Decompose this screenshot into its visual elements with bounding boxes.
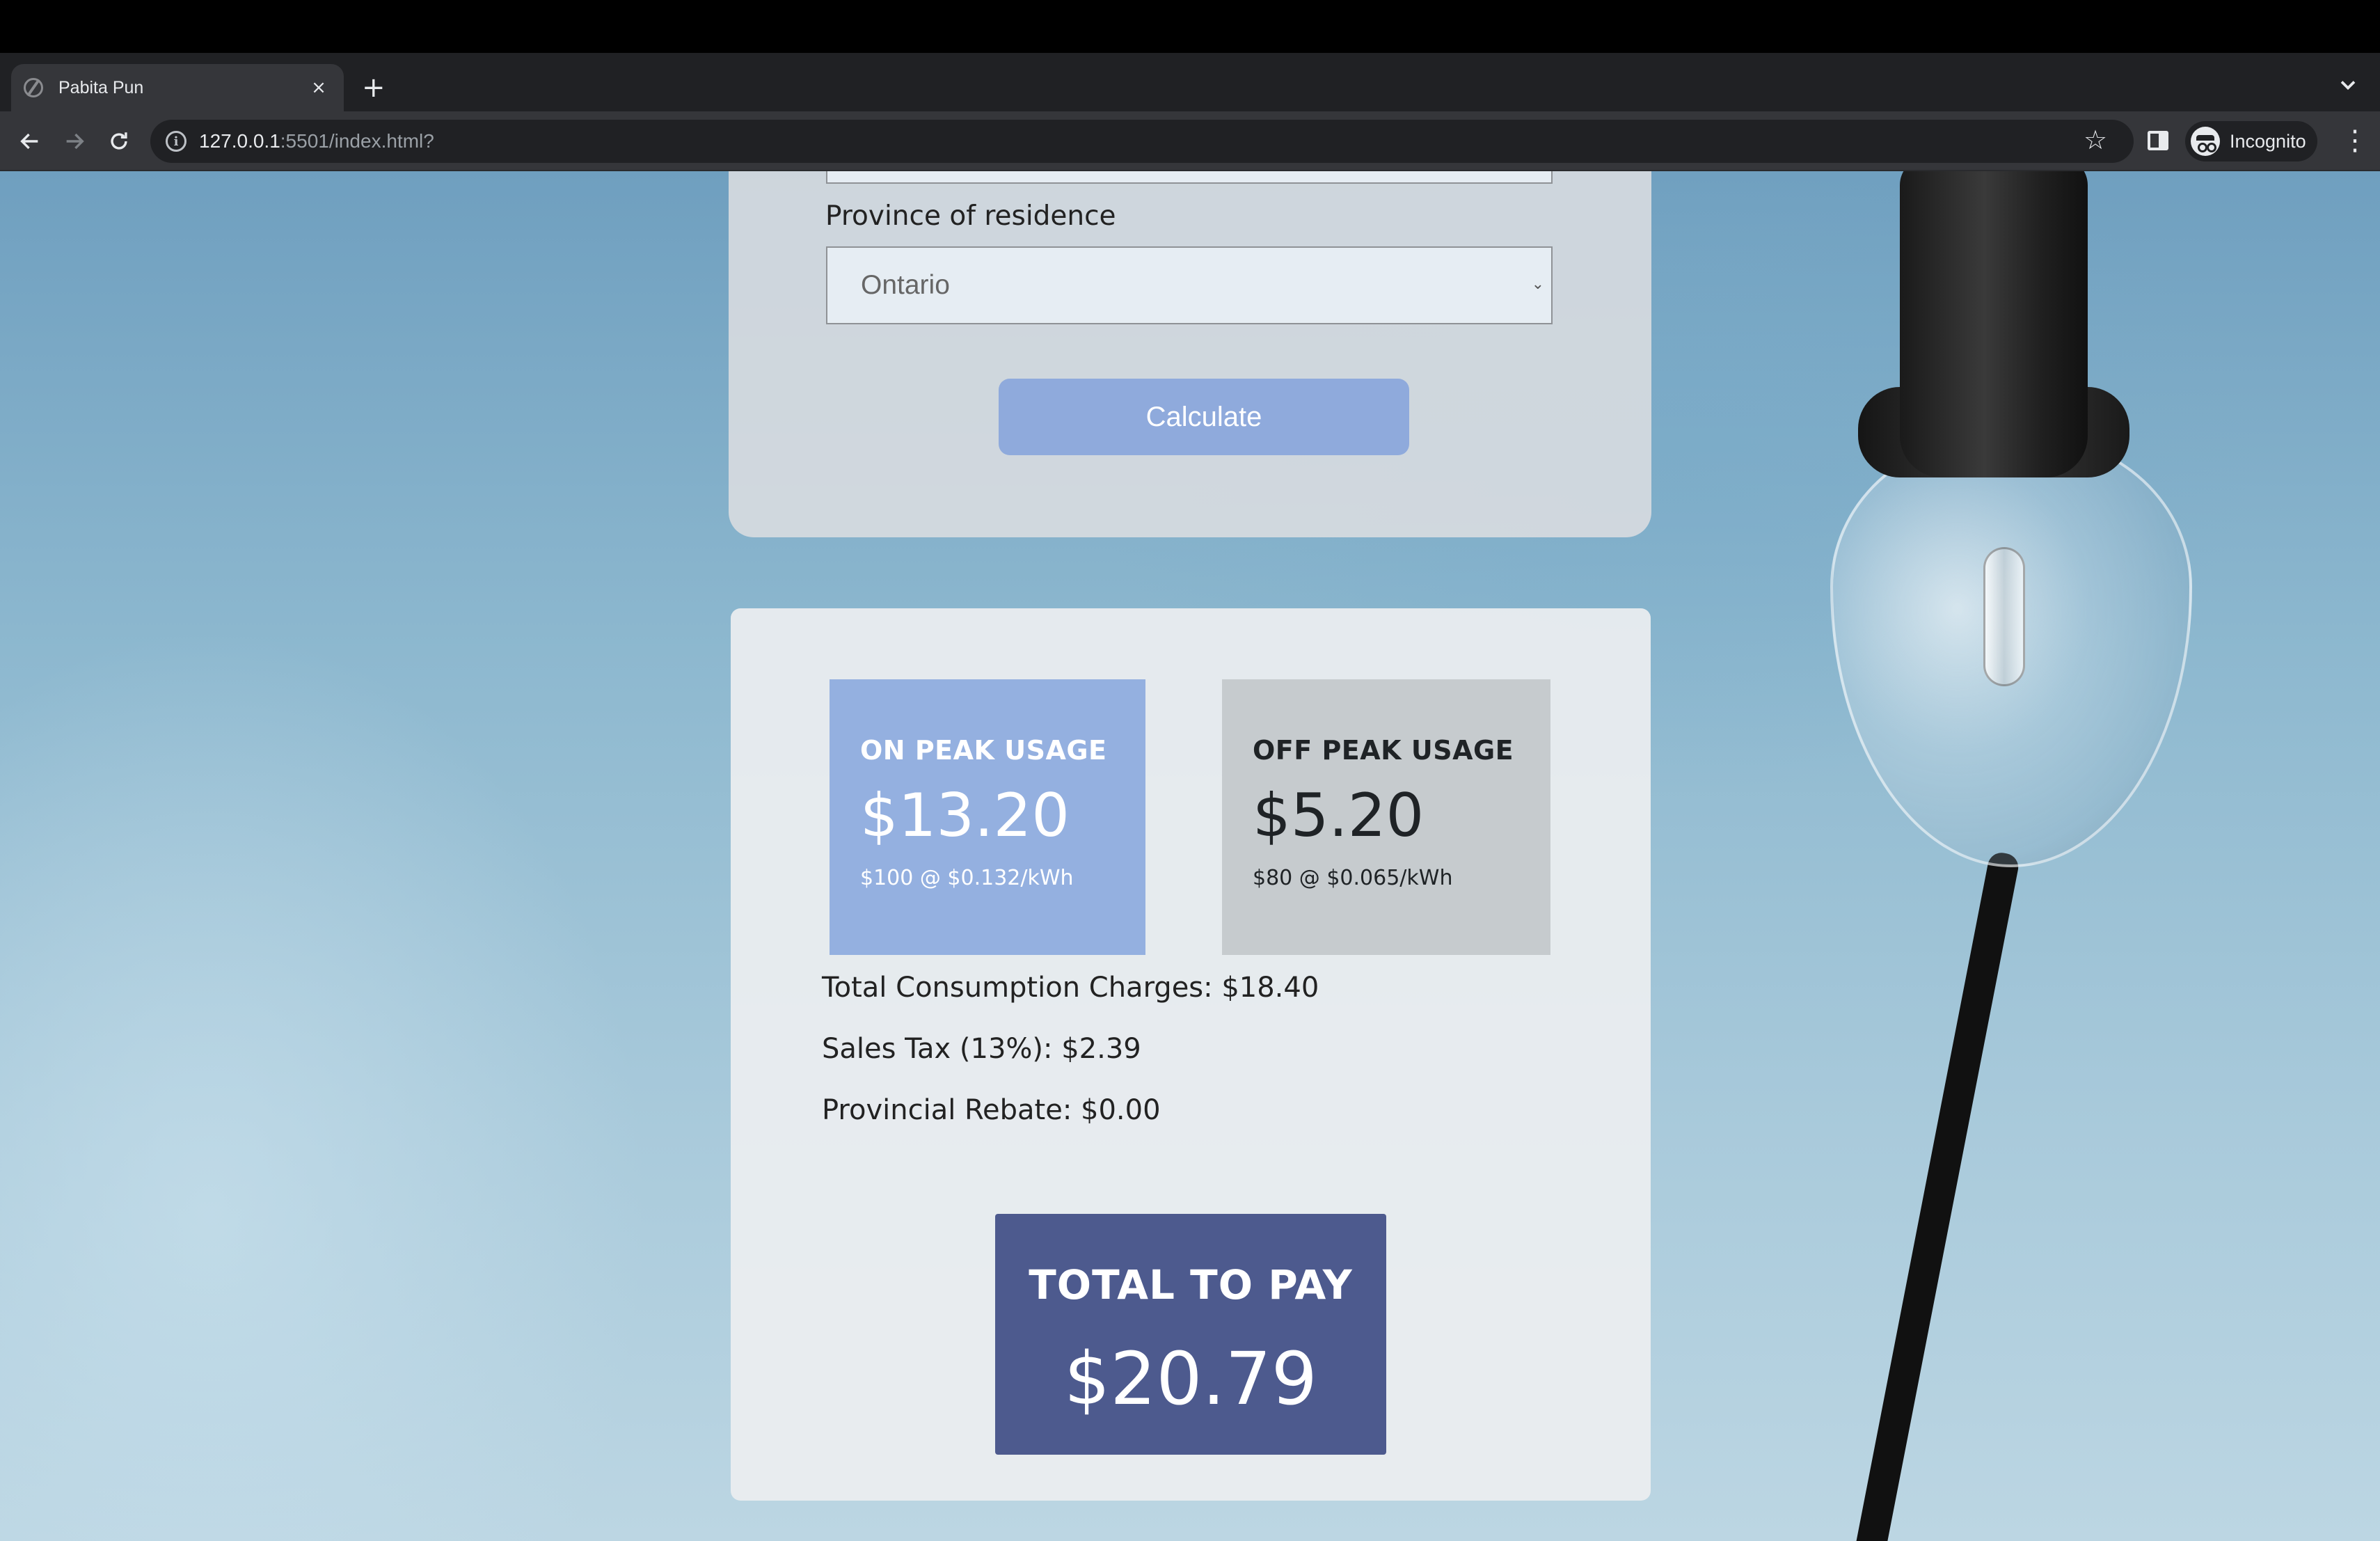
plus-icon[interactable]: +: [362, 67, 386, 109]
info-icon[interactable]: i: [166, 131, 187, 152]
page-viewport: Province of residence Ontario ⌄ Calculat…: [0, 171, 2380, 1541]
side-panel-icon[interactable]: [2148, 131, 2168, 150]
close-icon[interactable]: ×: [306, 77, 331, 98]
chevron-down-icon[interactable]: [2335, 72, 2361, 97]
star-icon[interactable]: ☆: [2084, 120, 2107, 160]
provincial-rebate: Provincial Rebate: $0.00: [822, 1094, 1161, 1126]
tab-strip: Pabita Pun ×: [0, 53, 2380, 111]
total-to-pay-box: TOTAL TO PAY $20.79: [995, 1214, 1386, 1455]
province-selected-value: Ontario: [861, 270, 950, 300]
total-to-pay-title: TOTAL TO PAY: [1029, 1261, 1353, 1309]
forward-icon[interactable]: [57, 124, 92, 159]
off-peak-usage-box: OFF PEAK USAGE $5.20 $80 @ $0.065/kWh: [1222, 679, 1550, 955]
on-peak-detail: $100 @ $0.132/kWh: [860, 866, 1074, 890]
bulb-filament: [1983, 547, 2025, 686]
reload-icon[interactable]: [102, 124, 136, 159]
more-vert-icon[interactable]: ⋮: [2341, 125, 2369, 156]
url-path: :5501/index.html?: [280, 130, 434, 152]
incognito-label: Incognito: [2230, 130, 2306, 152]
previous-input-field[interactable]: [826, 171, 1553, 184]
province-label: Province of residence: [825, 200, 1116, 232]
calculator-form: Province of residence Ontario ⌄ Calculat…: [729, 171, 1651, 537]
bulb-cord: [1844, 850, 2021, 1541]
off-peak-title: OFF PEAK USAGE: [1253, 735, 1514, 766]
address-bar[interactable]: i 127.0.0.1:5501/index.html?: [150, 120, 2134, 163]
lightbulb-background-image: [1782, 171, 2199, 1541]
browser-tab[interactable]: Pabita Pun ×: [11, 64, 344, 111]
system-top-bar: [0, 0, 2380, 53]
bulb-socket: [1900, 171, 2088, 477]
back-icon[interactable]: [13, 124, 47, 159]
on-peak-title: ON PEAK USAGE: [860, 735, 1107, 766]
calculate-button[interactable]: Calculate: [999, 379, 1409, 455]
incognito-icon: [2191, 127, 2220, 156]
url-host: 127.0.0.1: [199, 130, 280, 152]
globe-icon: [24, 78, 43, 97]
browser-toolbar: i 127.0.0.1:5501/index.html? ☆ Incognito…: [0, 111, 2380, 171]
total-to-pay-amount: $20.79: [1064, 1336, 1317, 1421]
incognito-badge[interactable]: Incognito: [2185, 121, 2317, 161]
on-peak-amount: $13.20: [860, 781, 1070, 851]
tab-title: Pabita Pun: [58, 77, 144, 97]
total-consumption-charges: Total Consumption Charges: $18.40: [822, 972, 1319, 1004]
sales-tax: Sales Tax (13%): $2.39: [822, 1033, 1141, 1065]
chevron-down-icon: ⌄: [1531, 276, 1544, 293]
province-select[interactable]: Ontario ⌄: [826, 246, 1553, 324]
off-peak-detail: $80 @ $0.065/kWh: [1253, 866, 1453, 890]
results-card: ON PEAK USAGE $13.20 $100 @ $0.132/kWh O…: [731, 608, 1651, 1501]
off-peak-amount: $5.20: [1253, 781, 1425, 851]
on-peak-usage-box: ON PEAK USAGE $13.20 $100 @ $0.132/kWh: [830, 679, 1145, 955]
